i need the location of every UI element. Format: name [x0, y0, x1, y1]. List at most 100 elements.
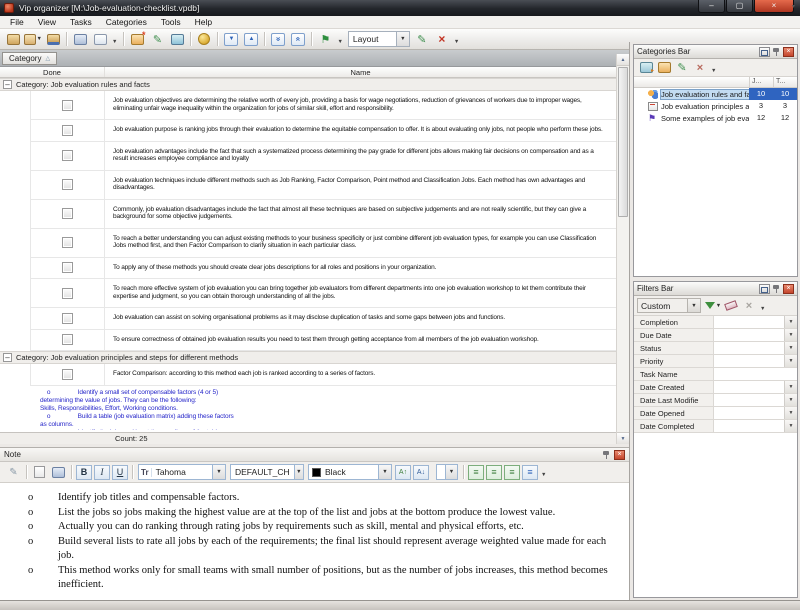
- extra-combo[interactable]: ▼: [436, 464, 458, 480]
- superscript-button[interactable]: [395, 465, 411, 480]
- print-button[interactable]: [71, 31, 89, 48]
- edit-task-button[interactable]: [148, 31, 166, 48]
- align-center-button[interactable]: [486, 465, 502, 480]
- save-database-button[interactable]: [44, 31, 62, 48]
- filter-dropdown-icon[interactable]: ▼: [784, 407, 797, 419]
- grid-row[interactable]: Job evaluation objectives are determinin…: [30, 91, 616, 120]
- filter-value-field[interactable]: [714, 368, 784, 380]
- scroll-down-icon[interactable]: ▼: [617, 432, 629, 444]
- complete-task-button[interactable]: [168, 31, 186, 48]
- task-checkbox[interactable]: [62, 237, 73, 248]
- maximize-button[interactable]: ▢: [726, 0, 753, 13]
- filter-dropdown-icon[interactable]: ▼: [784, 329, 797, 341]
- grid-row[interactable]: Factor Comparison: according to this met…: [30, 364, 616, 386]
- float-panel-icon[interactable]: [759, 47, 770, 57]
- style-combo[interactable]: DEFAULT_CH ▼: [230, 464, 304, 480]
- toolbar-overflow-icon[interactable]: ▼: [711, 68, 716, 74]
- pin-icon[interactable]: [772, 284, 781, 294]
- filter-dropdown-icon[interactable]: ▼: [784, 420, 797, 432]
- menu-item[interactable]: Categories: [99, 16, 154, 29]
- filter-value-field[interactable]: [714, 381, 784, 393]
- task-checkbox[interactable]: [62, 125, 73, 136]
- edit-layout-button[interactable]: [413, 31, 431, 48]
- toolbar-overflow-icon[interactable]: ▼: [541, 472, 546, 478]
- menu-item[interactable]: Tools: [154, 16, 188, 29]
- grid-row[interactable]: Category: Job evaluation principles and …: [0, 351, 616, 364]
- note-close-icon[interactable]: ×: [614, 450, 625, 460]
- toolbar-overflow-icon[interactable]: ▼: [760, 306, 765, 312]
- category-item[interactable]: Job evaluation principles and steps fo 3…: [634, 100, 797, 112]
- grid-row[interactable]: Job evaluation techniques include differ…: [30, 171, 616, 200]
- task-checkbox[interactable]: [62, 150, 73, 161]
- task-checkbox[interactable]: [62, 369, 73, 380]
- expand-all-button[interactable]: »: [269, 31, 287, 48]
- filter-value-field[interactable]: [714, 355, 784, 367]
- delete-layout-button[interactable]: [433, 31, 451, 48]
- new-task-button[interactable]: [128, 31, 146, 48]
- task-checkbox[interactable]: [62, 288, 73, 299]
- note-content[interactable]: o Identify job titles and compensable fa…: [0, 483, 629, 593]
- scrollbar-thumb[interactable]: [618, 67, 628, 217]
- column-header-name[interactable]: Name: [105, 67, 616, 77]
- edit-category-button[interactable]: [674, 60, 690, 75]
- pin-icon[interactable]: [772, 47, 781, 57]
- menu-item[interactable]: Tasks: [63, 16, 99, 29]
- filter-dropdown-icon[interactable]: ▼: [784, 355, 797, 367]
- note-edit-button[interactable]: [5, 464, 22, 480]
- align-right-button[interactable]: [504, 465, 520, 480]
- grid-row[interactable]: Job evaluation purpose is ranking jobs t…: [30, 120, 616, 142]
- print-preview-button[interactable]: [91, 31, 109, 48]
- grid-row[interactable]: Category: Job evaluation rules and facts…: [0, 78, 616, 91]
- italic-button[interactable]: [94, 465, 110, 480]
- chevron-down-icon[interactable]: ▼: [294, 465, 303, 479]
- menu-item[interactable]: View: [31, 16, 63, 29]
- filter-dropdown-icon[interactable]: ▼: [784, 316, 797, 328]
- filter-dropdown-icon[interactable]: ▼: [784, 394, 797, 406]
- task-checkbox[interactable]: [62, 334, 73, 345]
- highlight-button[interactable]: [195, 31, 213, 48]
- new-database-button[interactable]: [4, 31, 22, 48]
- column-header[interactable]: J...: [749, 77, 773, 87]
- toolbar-overflow-icon[interactable]: ▼: [454, 39, 459, 45]
- filter-value-field[interactable]: [714, 316, 784, 328]
- filter-value-field[interactable]: [714, 407, 784, 419]
- task-checkbox[interactable]: [62, 208, 73, 219]
- print-note-button[interactable]: [50, 464, 67, 480]
- layout-combo[interactable]: Layout ▼: [348, 31, 410, 47]
- collapse-group-icon[interactable]: [3, 80, 12, 89]
- close-button[interactable]: ×: [754, 0, 794, 13]
- collapse-all-button[interactable]: »: [289, 31, 307, 48]
- menu-item[interactable]: File: [3, 16, 31, 29]
- grid-row[interactable]: Job evaluation can assist on solving org…: [30, 308, 616, 330]
- grid-row[interactable]: To apply any of these methods you should…: [30, 258, 616, 280]
- grid-row[interactable]: Job evaluation advantages include the fa…: [30, 142, 616, 171]
- filter-value-field[interactable]: [714, 329, 784, 341]
- collapse-group-icon[interactable]: [3, 353, 12, 362]
- menu-item[interactable]: Help: [188, 16, 219, 29]
- toolbar-overflow-icon[interactable]: ▼: [112, 39, 117, 45]
- filter-value-field[interactable]: [714, 420, 784, 432]
- move-up-button[interactable]: ▲: [242, 31, 260, 48]
- bullet-list-button[interactable]: [522, 465, 538, 480]
- float-panel-icon[interactable]: [759, 284, 770, 294]
- subscript-button[interactable]: [413, 465, 429, 480]
- manage-categories-button[interactable]: [656, 60, 672, 75]
- grid-row[interactable]: To reach a better understanding you can …: [30, 229, 616, 258]
- new-page-button[interactable]: [31, 464, 48, 480]
- align-left-button[interactable]: [468, 465, 484, 480]
- column-header-done[interactable]: Done: [0, 67, 105, 77]
- filter-value-field[interactable]: [714, 394, 784, 406]
- chevron-down-icon[interactable]: ▼: [212, 465, 225, 479]
- pin-icon[interactable]: [602, 450, 611, 460]
- menubar-overflow-icon[interactable]: ▾: [792, 3, 795, 10]
- underline-button[interactable]: [112, 465, 128, 480]
- clear-filter-button[interactable]: [723, 298, 739, 313]
- close-panel-icon[interactable]: ×: [783, 47, 794, 57]
- grid-row[interactable]: To reach more effective system of job ev…: [30, 279, 616, 308]
- close-panel-icon[interactable]: ×: [783, 284, 794, 294]
- filter-dropdown-icon[interactable]: ▼: [784, 381, 797, 393]
- scroll-up-icon[interactable]: ▲: [617, 54, 629, 66]
- minimize-button[interactable]: –: [698, 0, 725, 13]
- task-checkbox[interactable]: [62, 100, 73, 111]
- category-item[interactable]: Job evaluation rules and facts 10 10: [634, 88, 797, 100]
